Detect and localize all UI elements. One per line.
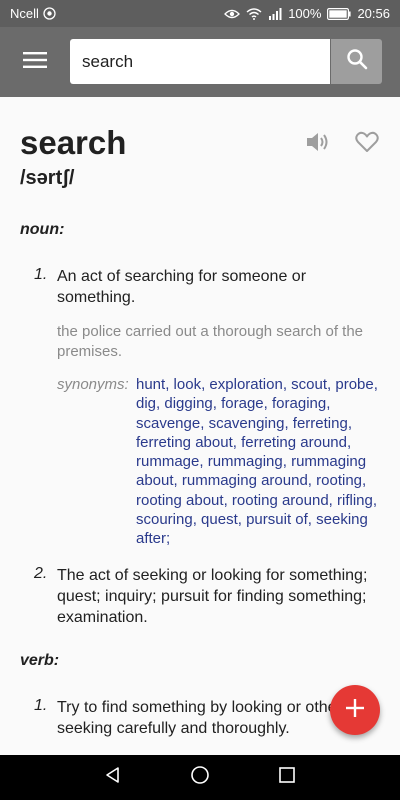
synonym-link[interactable]: rummaging	[208, 453, 283, 470]
noun-sense-1: 1. An act of searching for someone or so…	[34, 266, 380, 549]
synonym-link[interactable]: ferreting	[293, 415, 348, 432]
heart-icon	[355, 131, 379, 158]
speaker-icon	[305, 131, 331, 158]
status-bar: Ncell 100% 20:56	[0, 0, 400, 27]
noun-sense-2: 2. The act of seeking or looking for som…	[34, 565, 380, 628]
synonym-link[interactable]: exploration	[209, 376, 282, 393]
hamburger-icon	[23, 51, 47, 74]
system-nav-bar	[0, 755, 400, 800]
app-bar	[0, 27, 400, 97]
menu-button[interactable]	[18, 47, 52, 77]
pronunciation: /sərtʃ/	[20, 167, 75, 189]
clock: 20:56	[357, 6, 390, 21]
sense-number: 1.	[34, 266, 48, 283]
synonym-link[interactable]: scout	[291, 376, 327, 393]
search-button[interactable]	[331, 39, 382, 84]
battery-icon	[327, 7, 352, 20]
globe-icon	[43, 7, 56, 20]
synonym-link[interactable]: scouring	[136, 511, 193, 528]
synonym-link[interactable]: ferreting around	[241, 434, 347, 451]
verb-sense-1: 1. Try to find something by looking or o…	[34, 697, 380, 739]
sense-number: 1.	[34, 697, 48, 714]
signal-icon	[268, 7, 282, 20]
synonym-link[interactable]: rooting around	[232, 492, 329, 509]
eye-icon	[224, 8, 241, 20]
synonym-link[interactable]: scavenge	[136, 415, 200, 432]
status-right: 100% 20:56	[224, 6, 390, 21]
home-circle-icon	[190, 765, 210, 790]
search-icon	[346, 48, 368, 75]
synonym-link[interactable]: rummage	[136, 453, 199, 470]
carrier-label: Ncell	[10, 6, 39, 21]
synonym-link[interactable]: digging	[164, 395, 212, 412]
headword: search	[20, 124, 127, 161]
synonym-link[interactable]: rooting about	[136, 492, 224, 509]
search-box	[70, 39, 330, 84]
recents-square-icon	[278, 766, 296, 789]
synonym-link[interactable]: probe	[335, 376, 373, 393]
nav-back-button[interactable]	[98, 763, 128, 793]
add-fab-button[interactable]	[330, 685, 380, 735]
synonym-link[interactable]: quest	[201, 511, 238, 528]
synonym-link[interactable]: scavenging	[209, 415, 285, 432]
noun-label: noun:	[20, 221, 65, 238]
synonym-link[interactable]: dig	[136, 395, 156, 412]
usage-example: the police carried out a thorough search…	[57, 323, 364, 360]
sense-number: 2.	[34, 565, 48, 582]
sense-definition: An act of searching for someone or somet…	[57, 268, 307, 306]
plus-icon	[345, 698, 365, 723]
sense-definition: The act of seeking or looking for someth…	[57, 567, 368, 626]
status-left: Ncell	[10, 6, 56, 21]
definition-content[interactable]: search /sərtʃ/ noun: 1. An act of search…	[0, 97, 400, 755]
back-triangle-icon	[104, 766, 122, 789]
synonym-link[interactable]: pursuit of	[246, 511, 308, 528]
synonym-link[interactable]: forage	[221, 395, 264, 412]
synonyms-row: synonyms: hunt, look, exploration, scout…	[57, 375, 380, 549]
battery-percent: 100%	[288, 6, 322, 21]
nav-home-button[interactable]	[185, 763, 215, 793]
synonym-link[interactable]: hunt	[136, 376, 165, 393]
search-input[interactable]	[82, 51, 330, 72]
wifi-icon	[246, 7, 262, 20]
verb-label: verb:	[20, 652, 60, 669]
synonym-link[interactable]: rooting	[316, 472, 362, 489]
pronounce-button[interactable]	[303, 129, 333, 159]
synonyms-list: hunt, look, exploration, scout, probe, d…	[136, 376, 378, 548]
synonym-link[interactable]: foraging	[272, 395, 326, 412]
synonym-link[interactable]: look	[174, 376, 202, 393]
favorite-button[interactable]	[352, 129, 382, 159]
synonym-link[interactable]: rummaging around	[182, 472, 308, 489]
synonym-link[interactable]: ferreting about	[136, 434, 233, 451]
synonyms-label: synonyms:	[57, 376, 129, 393]
nav-recents-button[interactable]	[272, 763, 302, 793]
synonym-link[interactable]: rifling	[337, 492, 373, 509]
